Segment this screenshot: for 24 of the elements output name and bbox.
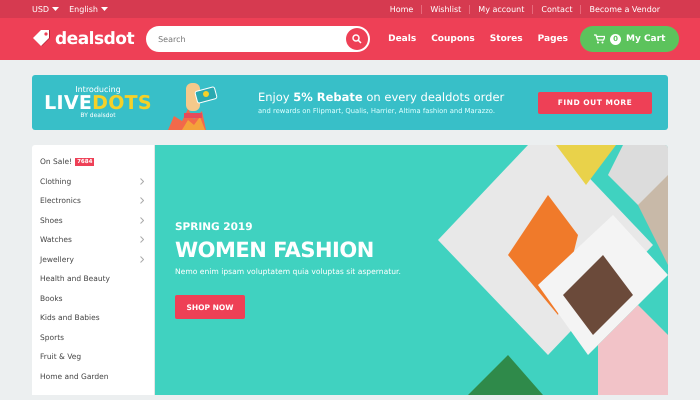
top-link[interactable]: Wishlist <box>421 4 470 14</box>
brand-logo: LIVEDOTS <box>44 94 152 113</box>
top-link[interactable]: Contact <box>532 4 580 14</box>
intro-text: Introducing <box>75 86 121 94</box>
nav-link[interactable]: Coupons <box>431 34 475 44</box>
top-link[interactable]: My account <box>469 4 532 14</box>
caret-icon <box>100 7 108 11</box>
promo-headline: Enjoy 5% Rebate on every dealdots order <box>258 90 506 104</box>
cart-icon <box>594 34 605 44</box>
site-logo[interactable]: dealsdot <box>55 29 134 49</box>
nav-link[interactable]: Deals <box>388 34 416 44</box>
hero-title: WOMEN FASHION <box>175 238 375 262</box>
search-button[interactable] <box>346 28 368 50</box>
top-link[interactable]: Home <box>382 4 422 14</box>
search-icon <box>352 34 362 44</box>
nav-link[interactable]: Pages <box>538 34 568 44</box>
top-link[interactable]: Become a Vendor <box>580 4 668 14</box>
search-field[interactable]: Search <box>146 26 370 52</box>
tag-icon <box>32 30 52 48</box>
dropdown-selector[interactable]: English <box>69 4 108 14</box>
dropdown-selector[interactable]: USD <box>32 4 60 14</box>
hero-eyebrow: SPRING 2019 <box>175 221 254 233</box>
nav-link[interactable]: Stores <box>490 34 523 44</box>
caret-icon <box>52 7 60 11</box>
